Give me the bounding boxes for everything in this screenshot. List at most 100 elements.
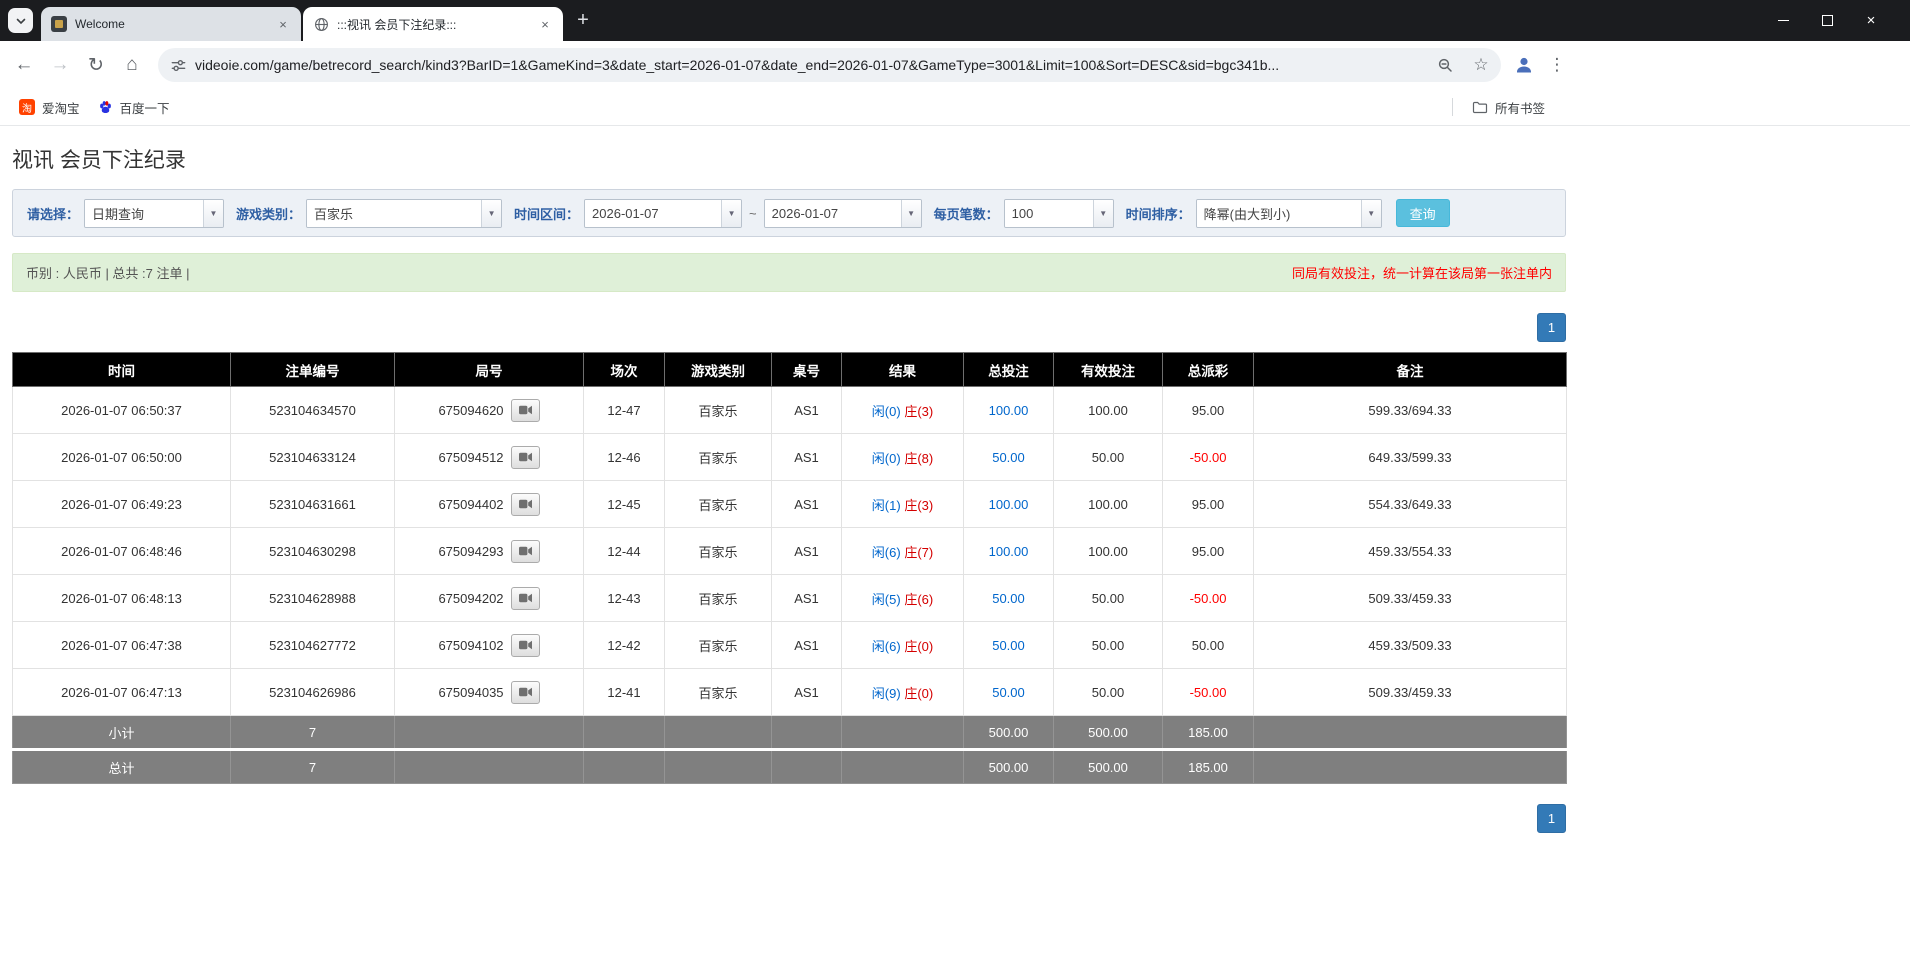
tab-bet-records[interactable]: :::视讯 会员下注纪录::: × xyxy=(303,7,563,41)
bookmarks-bar: 淘 爱淘宝 百度一下 所有书签 xyxy=(0,89,1910,126)
address-bar[interactable]: videoie.com/game/betrecord_search/kind3?… xyxy=(158,48,1501,82)
site-info-icon[interactable] xyxy=(170,57,187,74)
chevron-down-icon[interactable]: ▼ xyxy=(1360,199,1381,227)
date-start-combobox[interactable]: ▼ xyxy=(584,198,743,228)
table-no-cell: AS1 xyxy=(771,668,842,716)
video-replay-button[interactable] xyxy=(510,586,540,610)
video-replay-button[interactable] xyxy=(510,539,540,563)
total-label: 总计 xyxy=(12,748,231,784)
player-result: 闲(0) xyxy=(871,450,901,466)
profile-avatar-icon[interactable] xyxy=(1507,48,1541,82)
round-cell: 675094402 xyxy=(394,480,584,528)
column-header: 场次 xyxy=(583,352,665,387)
browser-menu-icon[interactable]: ⋮ xyxy=(1541,48,1573,82)
column-header: 有效投注 xyxy=(1053,352,1163,387)
subtotal-label: 小计 xyxy=(12,715,231,750)
tab-close-icon[interactable]: × xyxy=(275,16,291,32)
bet-id-cell: 523104631661 xyxy=(230,480,395,528)
chevron-down-icon[interactable]: ▼ xyxy=(481,199,502,227)
window-close-button[interactable]: × xyxy=(1864,12,1878,29)
tab-welcome[interactable]: Welcome × xyxy=(41,7,301,41)
welcome-favicon-icon xyxy=(51,16,67,32)
total-bet-link[interactable]: 50.00 xyxy=(992,450,1025,465)
table-no-cell: AS1 xyxy=(771,574,842,622)
total-bet-link[interactable]: 100.00 xyxy=(989,544,1029,559)
chevron-down-icon[interactable]: ▼ xyxy=(1092,199,1113,227)
video-replay-button[interactable] xyxy=(510,445,540,469)
empty-cell xyxy=(664,748,772,784)
search-button[interactable]: 查询 xyxy=(1395,199,1450,227)
bet-records-table: 时间 注单编号 局号 场次 游戏类别 桌号 结果 总投注 有效投注 总派彩 备注 2026-01-0… xyxy=(12,352,1567,784)
chevron-down-icon[interactable]: ▼ xyxy=(721,199,742,227)
bookmark-taobao[interactable]: 淘 爱淘宝 xyxy=(10,95,89,120)
maximize-button[interactable] xyxy=(1820,14,1834,28)
all-bookmarks-label: 所有书签 xyxy=(1494,101,1545,116)
back-button[interactable]: ← xyxy=(6,47,42,83)
payout-cell: -50.00 xyxy=(1162,574,1254,622)
total-bet-link[interactable]: 50.00 xyxy=(992,685,1025,700)
game-type-cell: 百家乐 xyxy=(664,574,772,622)
bookmark-baidu[interactable]: 百度一下 xyxy=(89,95,179,120)
column-header: 结果 xyxy=(841,352,964,387)
tab-title: Welcome xyxy=(75,17,125,31)
empty-cell xyxy=(394,715,584,750)
time-cell: 2026-01-07 06:49:23 xyxy=(12,480,231,528)
zoom-icon[interactable] xyxy=(1431,51,1459,79)
forward-button[interactable]: → xyxy=(42,47,78,83)
video-replay-button[interactable] xyxy=(510,680,540,704)
bet-id-cell: 523104626986 xyxy=(230,668,395,716)
time-cell: 2026-01-07 06:48:46 xyxy=(12,527,231,575)
page-number-button[interactable]: 1 xyxy=(1537,804,1566,833)
tab-search-button[interactable] xyxy=(8,8,33,33)
sort-combobox[interactable]: ▼ xyxy=(1195,198,1382,228)
page-size-input[interactable] xyxy=(1004,199,1093,227)
page-number-button[interactable]: 1 xyxy=(1537,313,1566,342)
time-cell: 2026-01-07 06:50:00 xyxy=(12,433,231,481)
time-cell: 2026-01-07 06:47:13 xyxy=(12,668,231,716)
chevron-down-icon[interactable]: ▼ xyxy=(203,199,224,227)
game-type-combobox[interactable]: ▼ xyxy=(306,198,503,228)
total-payout: 185.00 xyxy=(1162,748,1254,784)
table-row: 2026-01-07 06:47:13 523104626986 675094035… xyxy=(12,668,1567,716)
round-id: 675094202 xyxy=(438,590,504,606)
game-type-input[interactable] xyxy=(307,199,482,227)
total-bet-link[interactable]: 50.00 xyxy=(992,591,1025,606)
round-cell: 675094202 xyxy=(394,574,584,622)
bet-id-cell: 523104630298 xyxy=(230,527,395,575)
table-row: 2026-01-07 06:47:38 523104627772 675094102… xyxy=(12,621,1567,669)
bet-id-cell: 523104628988 xyxy=(230,574,395,622)
column-header: 时间 xyxy=(12,352,231,387)
remark-cell: 509.33/459.33 xyxy=(1253,668,1567,716)
query-type-input[interactable] xyxy=(85,199,204,227)
video-replay-button[interactable] xyxy=(510,492,540,516)
empty-cell xyxy=(841,748,964,784)
page-content: 视讯 会员下注纪录 请选择： ▼ 游戏类别： ▼ 时间区间： ▼ ~ xyxy=(0,126,1910,833)
sort-input[interactable] xyxy=(1196,199,1361,227)
page-size-combobox[interactable]: ▼ xyxy=(1003,198,1114,228)
subtotal-total-bet: 500.00 xyxy=(963,715,1054,750)
date-range-label: 时间区间： xyxy=(514,206,580,222)
reload-button[interactable]: ↻ xyxy=(78,47,114,83)
sort-label: 时间排序： xyxy=(1125,206,1191,222)
new-tab-button[interactable]: + xyxy=(569,7,597,35)
chevron-down-icon[interactable]: ▼ xyxy=(900,199,921,227)
total-bet-link[interactable]: 100.00 xyxy=(989,497,1029,512)
round-id: 675094620 xyxy=(438,402,504,418)
bookmark-star-icon[interactable]: ☆ xyxy=(1467,51,1495,79)
home-button[interactable]: ⌂ xyxy=(114,47,150,83)
total-bet-link[interactable]: 50.00 xyxy=(992,638,1025,653)
query-type-combobox[interactable]: ▼ xyxy=(84,198,225,228)
date-start-input[interactable] xyxy=(585,199,722,227)
total-bet-link[interactable]: 100.00 xyxy=(989,403,1029,418)
time-cell: 2026-01-07 06:47:38 xyxy=(12,621,231,669)
all-bookmarks-button[interactable]: 所有书签 xyxy=(1463,95,1554,120)
minimize-button[interactable] xyxy=(1776,14,1790,28)
video-replay-button[interactable] xyxy=(510,633,540,657)
round-id: 675094402 xyxy=(438,496,504,512)
tab-close-icon[interactable]: × xyxy=(537,16,553,32)
video-replay-button[interactable] xyxy=(510,398,540,422)
date-end-combobox[interactable]: ▼ xyxy=(763,198,922,228)
notice-warning-text: 同局有效投注，统一计算在该局第一张注单内 xyxy=(1291,266,1552,281)
date-end-input[interactable] xyxy=(764,199,901,227)
taobao-icon: 淘 xyxy=(19,99,35,115)
